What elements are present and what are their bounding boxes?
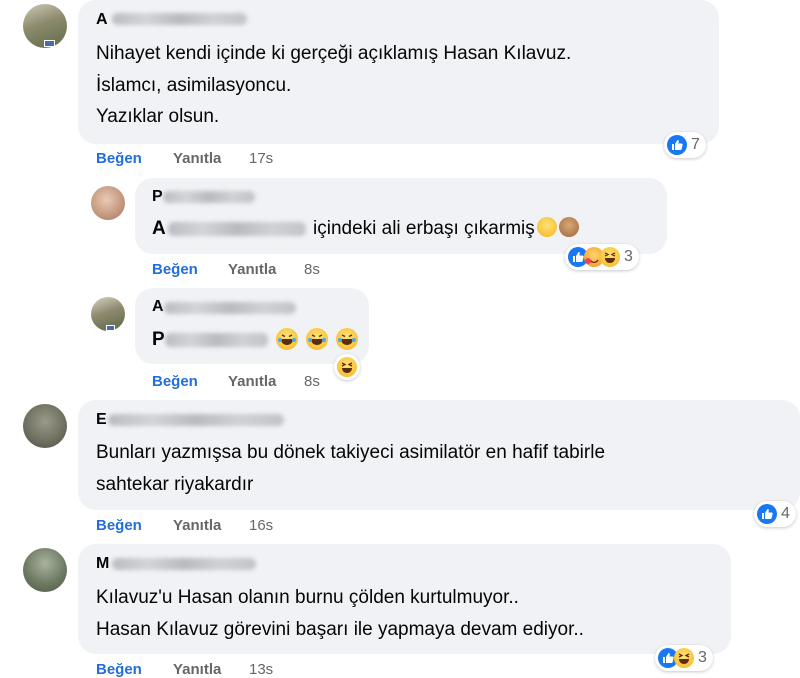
inline-emoji-group — [274, 328, 358, 350]
laughing-crying-emoji — [336, 328, 358, 350]
timestamp[interactable]: 13s — [249, 661, 273, 678]
like-button[interactable]: Beğen — [152, 373, 198, 390]
comment-text-line: sahtekar riyakardır — [96, 474, 254, 495]
mention-tag[interactable]: P — [152, 329, 165, 350]
comment-text-line: A — [152, 213, 166, 244]
haha-icon — [600, 247, 620, 267]
comment-text-line: Bunları yazmışsa bu dönek takiyeci asimi… — [96, 442, 606, 463]
comment-author[interactable]: A — [152, 298, 164, 316]
redacted-mention — [165, 333, 268, 347]
reaction-count: 4 — [781, 505, 790, 522]
like-button[interactable]: Beğen — [152, 261, 198, 278]
reply-button[interactable]: Yanıtla — [173, 517, 221, 534]
avatar-badge — [44, 40, 55, 47]
comment-text-line: içindeki ali erbaşı çıkarmiş — [313, 213, 579, 244]
comment-author[interactable]: A — [96, 11, 108, 29]
comment-text: içindeki ali erbaşı çıkarmiş — [313, 218, 535, 239]
reaction-count: 7 — [691, 136, 700, 153]
timestamp[interactable]: 8s — [304, 373, 320, 390]
like-icon — [667, 135, 687, 155]
reply-button[interactable]: Yanıtla — [173, 150, 221, 167]
avatar-badge — [106, 325, 115, 331]
comment-bubble — [135, 288, 369, 364]
redacted-mention — [168, 222, 306, 236]
redacted-name — [112, 13, 247, 25]
reply-button[interactable]: Yanıtla — [228, 261, 276, 278]
laughing-crying-emoji — [306, 328, 328, 350]
reply-button[interactable]: Yanıtla — [228, 373, 276, 390]
timestamp[interactable]: 17s — [249, 150, 273, 167]
haha-icon — [674, 648, 694, 668]
timestamp[interactable]: 16s — [249, 517, 273, 534]
redacted-name — [112, 558, 256, 570]
redacted-name — [164, 302, 296, 314]
comment-text-line: Hasan Kılavuz görevini başarı ile yapmay… — [96, 619, 584, 640]
see-no-evil-monkey-emoji — [558, 217, 579, 237]
reply-button[interactable]: Yanıtla — [173, 661, 221, 678]
comment-text-line: P — [152, 324, 165, 355]
laughing-crying-emoji — [276, 328, 298, 350]
comment-text-line: Kılavuz'u Hasan olanın burnu çölden kurt… — [96, 587, 519, 608]
like-button[interactable]: Beğen — [96, 150, 142, 167]
like-button[interactable]: Beğen — [96, 661, 142, 678]
avatar[interactable] — [23, 404, 67, 448]
comment-text-line: İslamcı, asimilasyoncu. — [96, 75, 292, 96]
comment-author[interactable]: M — [96, 555, 109, 573]
avatar[interactable] — [91, 186, 125, 220]
redacted-name — [108, 414, 284, 426]
reaction-summary[interactable]: 3 — [655, 645, 713, 671]
avatar[interactable] — [23, 548, 67, 592]
reaction-count: 3 — [698, 649, 707, 666]
comment-author[interactable]: P — [152, 188, 163, 206]
comment-author[interactable]: E — [96, 411, 107, 429]
comment-text-line: Yazıklar olsun. — [96, 106, 220, 127]
like-icon — [757, 504, 777, 524]
mention-tag[interactable]: A — [152, 218, 166, 239]
haha-icon — [337, 357, 357, 377]
reaction-summary[interactable]: 4 — [754, 501, 796, 527]
redacted-name — [163, 191, 255, 203]
reaction-count: 3 — [624, 248, 633, 265]
reaction-summary[interactable] — [334, 354, 360, 380]
timestamp[interactable]: 8s — [304, 261, 320, 278]
reaction-summary[interactable]: 7 — [664, 132, 706, 158]
comment-text-line: Nihayet kendi içinde ki gerçeği açıklamı… — [96, 43, 572, 64]
reaction-summary[interactable]: 3 — [565, 244, 639, 270]
like-button[interactable]: Beğen — [96, 517, 142, 534]
rofl-emoji — [536, 217, 557, 237]
